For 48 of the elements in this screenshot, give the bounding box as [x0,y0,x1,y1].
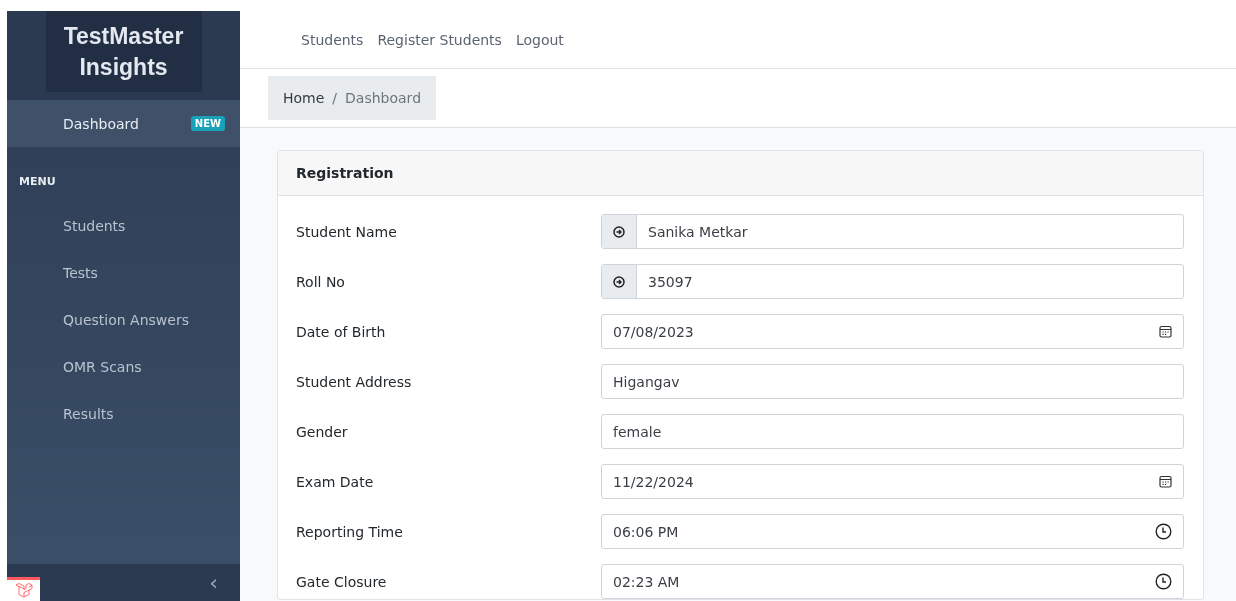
field-label: Roll No [296,273,346,290]
input-text[interactable]: Sanika Metkar [637,223,1183,240]
field-label: Gate Closure [296,573,388,590]
field-label: Date of Birth [296,323,387,340]
input-text[interactable]: 07/08/2023 [602,323,1159,340]
collapse-button[interactable]: ‹ [209,570,218,595]
clock-icon[interactable] [1155,573,1172,590]
sidebar-item[interactable]: Students [7,202,240,249]
breadcrumb-separator: / [332,90,338,106]
input-text[interactable]: 02:23 AM [602,573,1155,590]
nav-link[interactable]: Logout [515,31,564,48]
input-text[interactable]: 11/22/2024 [602,473,1159,490]
input-field[interactable]: 35097 [601,264,1184,299]
arrow-circle-icon [613,275,625,288]
input-field[interactable]: 06:06 PM [601,514,1184,549]
sidebar-item[interactable]: OMR Scans [7,343,240,390]
nav-link[interactable]: Students [301,31,364,48]
arrow-circle-icon [613,225,625,238]
input-field[interactable]: Higangav [601,364,1184,399]
card-title: Registration [278,151,1203,196]
breadcrumb-link[interactable]: Home [283,90,325,106]
input-text[interactable]: 35097 [637,273,1183,290]
sidebar-item[interactable]: Tests [7,249,240,296]
clock-icon[interactable] [1155,523,1172,540]
input-text[interactable]: 06:06 PM [602,523,1155,540]
calendar-icon[interactable] [1159,475,1172,488]
field-label: Student Address [296,373,413,390]
logo-icon [7,577,40,601]
menu-heading: MENU [18,174,57,190]
input-field[interactable]: Sanika Metkar [601,214,1184,249]
sidebar-item[interactable]: Dashboard NEW [7,100,240,147]
input-text[interactable]: Higangav [602,373,1183,390]
breadcrumb-current: Dashboard [345,90,422,106]
calendar-icon[interactable] [1159,325,1172,338]
field-label: Reporting Time [296,523,404,540]
field-label: Exam Date [296,473,375,490]
input-field[interactable]: female [601,414,1184,449]
input-field[interactable]: 07/08/2023 [601,314,1184,349]
field-label: Student Name [296,223,398,240]
field-label: Gender [296,423,349,440]
new-badge: NEW [190,116,225,131]
input-text[interactable]: female [602,423,1183,440]
sidebar-item[interactable]: Question Answers [7,296,240,343]
brand-title: TestMaster Insights [45,11,202,92]
nav-link[interactable]: Register Students [377,31,502,48]
input-field[interactable]: 02:23 AM [601,564,1184,599]
sidebar-item[interactable]: Results [7,390,240,437]
input-field[interactable]: 11/22/2024 [601,464,1184,499]
